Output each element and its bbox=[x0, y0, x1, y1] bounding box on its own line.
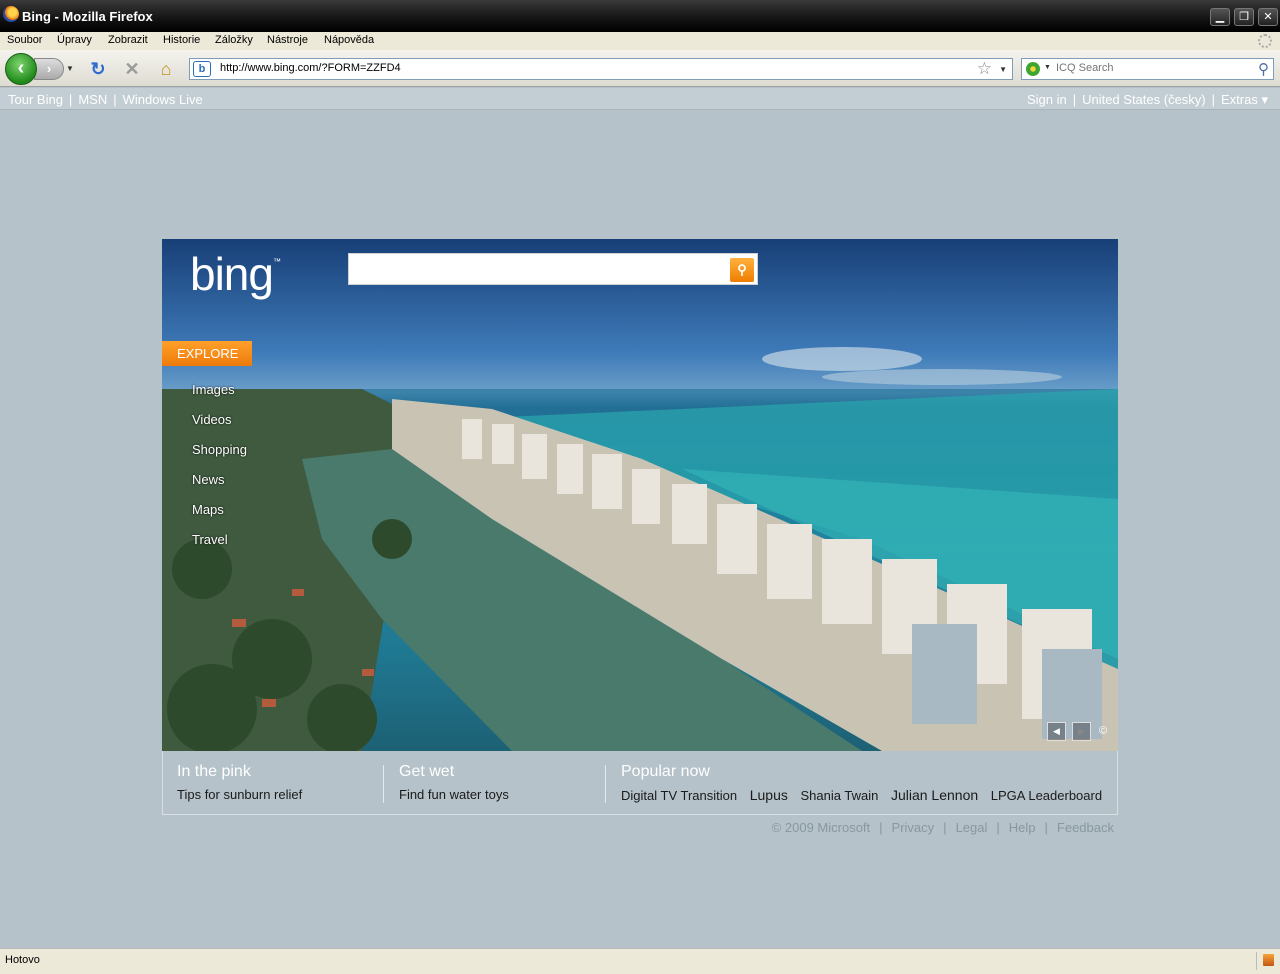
search-engine-selector[interactable]: ▼ bbox=[1024, 61, 1052, 77]
extras-menu[interactable]: Extras ▾ bbox=[1221, 92, 1268, 107]
window-titlebar: Bing - Mozilla Firefox ▁ ❐ ✕ bbox=[0, 0, 1280, 32]
window-title: Bing - Mozilla Firefox bbox=[22, 9, 153, 24]
bing-search-input[interactable] bbox=[355, 260, 725, 276]
popular-link[interactable]: Digital TV Transition bbox=[621, 788, 737, 803]
restore-button[interactable]: ❐ bbox=[1234, 8, 1254, 26]
bing-page: Tour Bing | MSN | Windows Live Sign in | Unite… bbox=[0, 88, 1280, 948]
status-extension-icon[interactable] bbox=[1256, 952, 1276, 970]
column-heading[interactable]: Get wet bbox=[399, 763, 518, 781]
column-heading: Popular now bbox=[621, 763, 710, 780]
engine-dropdown-icon: ▼ bbox=[1044, 64, 1051, 71]
sign-in-link[interactable]: Sign in bbox=[1027, 92, 1067, 107]
menu-bar: Soubor Úpravy Zobrazit Historie Záložky … bbox=[0, 32, 1280, 50]
column-divider bbox=[383, 765, 384, 803]
forward-button[interactable]: › bbox=[34, 58, 64, 80]
column-heading[interactable]: In the pink bbox=[177, 763, 311, 781]
copyright-text: © 2009 Microsoft bbox=[771, 820, 871, 835]
bing-logo-tm: ™ bbox=[272, 257, 281, 266]
bing-footer: © 2009 Microsoft | Privacy | Legal | Help | Feed… bbox=[771, 820, 1114, 835]
menu-zobrazit[interactable]: Zobrazit bbox=[108, 34, 148, 46]
column-link[interactable]: Tips for sunburn relief bbox=[177, 787, 302, 802]
bing-top-nav: Tour Bing | MSN | Windows Live Sign in | Unite… bbox=[0, 88, 1280, 110]
column-popular-now: Popular now Digital TV Transition Lupus … bbox=[621, 763, 1111, 803]
popular-link[interactable]: Lupus bbox=[750, 787, 788, 803]
column-divider bbox=[605, 765, 606, 803]
windows-live-link[interactable]: Windows Live bbox=[123, 92, 203, 107]
url-input[interactable] bbox=[220, 62, 960, 74]
column-in-the-pink: In the pink Tips for sunburn relief bbox=[177, 763, 311, 802]
explore-shopping-link[interactable]: Shopping bbox=[192, 442, 247, 472]
hero-info-icon[interactable]: © bbox=[1099, 725, 1107, 737]
menu-zalozky[interactable]: Záložky bbox=[215, 34, 253, 46]
hero-prev-button[interactable]: ◀ bbox=[1047, 722, 1066, 741]
history-dropdown-icon[interactable]: ▼ bbox=[66, 64, 74, 73]
search-go-icon[interactable]: ⚲ bbox=[1258, 60, 1269, 78]
minimize-button[interactable]: ▁ bbox=[1210, 8, 1230, 26]
bing-search-box[interactable]: ⚲ bbox=[348, 253, 758, 285]
explore-maps-link[interactable]: Maps bbox=[192, 502, 247, 532]
url-dropdown-icon[interactable]: ▼ bbox=[999, 65, 1007, 74]
search-bar[interactable]: ▼ ⚲ bbox=[1021, 58, 1274, 80]
hero-image bbox=[162, 239, 1118, 751]
throbber-icon bbox=[1258, 34, 1272, 48]
privacy-link[interactable]: Privacy bbox=[892, 820, 935, 835]
bing-logo-text: bing bbox=[190, 248, 274, 300]
icq-flower-icon bbox=[1026, 62, 1040, 76]
explore-label: EXPLORE bbox=[162, 341, 252, 366]
column-get-wet: Get wet Find fun water toys bbox=[399, 763, 518, 802]
close-button[interactable]: ✕ bbox=[1258, 8, 1278, 26]
explore-news-link[interactable]: News bbox=[192, 472, 247, 502]
navigation-toolbar: › ‹ ▼ ↻ ✕ ⌂ b ☆ ▼ ▼ ⚲ bbox=[0, 50, 1280, 87]
home-icon[interactable]: ⌂ bbox=[156, 59, 176, 79]
feedback-link[interactable]: Feedback bbox=[1057, 820, 1114, 835]
status-bar: Hotovo bbox=[0, 948, 1280, 974]
tour-bing-link[interactable]: Tour Bing bbox=[8, 92, 63, 107]
explore-links: Images Videos Shopping News Maps Travel bbox=[192, 382, 247, 562]
menu-soubor[interactable]: Soubor bbox=[7, 34, 42, 46]
status-text: Hotovo bbox=[5, 954, 40, 966]
hero-photo bbox=[162, 347, 1118, 751]
menu-nastroje[interactable]: Nástroje bbox=[267, 34, 308, 46]
explore-travel-link[interactable]: Travel bbox=[192, 532, 247, 562]
legal-link[interactable]: Legal bbox=[956, 820, 988, 835]
reload-icon[interactable]: ↻ bbox=[88, 59, 108, 79]
bookmark-star-icon[interactable]: ☆ bbox=[977, 59, 992, 79]
firefox-icon bbox=[3, 6, 19, 22]
explore-images-link[interactable]: Images bbox=[192, 382, 247, 412]
help-link[interactable]: Help bbox=[1009, 820, 1036, 835]
msn-link[interactable]: MSN bbox=[78, 92, 107, 107]
hero-next-button[interactable]: ▶ bbox=[1072, 722, 1091, 741]
menu-historie[interactable]: Historie bbox=[163, 34, 200, 46]
region-link[interactable]: United States (česky) bbox=[1082, 92, 1206, 107]
back-button[interactable]: ‹ bbox=[5, 53, 37, 85]
hotspot-panel: In the pink Tips for sunburn relief Get … bbox=[162, 751, 1118, 815]
bing-favicon-icon[interactable]: b bbox=[193, 61, 211, 77]
explore-videos-link[interactable]: Videos bbox=[192, 412, 247, 442]
bing-logo: bing™ bbox=[190, 247, 281, 301]
stop-icon[interactable]: ✕ bbox=[122, 59, 142, 79]
popular-link[interactable]: Shania Twain bbox=[801, 788, 879, 803]
menu-napoveda[interactable]: Nápověda bbox=[324, 34, 374, 46]
popular-link[interactable]: Julian Lennon bbox=[891, 787, 978, 803]
search-input[interactable] bbox=[1056, 62, 1251, 74]
menu-upravy[interactable]: Úpravy bbox=[57, 34, 92, 46]
bing-search-go-icon[interactable]: ⚲ bbox=[730, 258, 754, 282]
url-bar[interactable]: b ☆ ▼ bbox=[189, 58, 1013, 80]
popular-link[interactable]: LPGA Leaderboard bbox=[991, 788, 1102, 803]
column-link[interactable]: Find fun water toys bbox=[399, 787, 509, 802]
